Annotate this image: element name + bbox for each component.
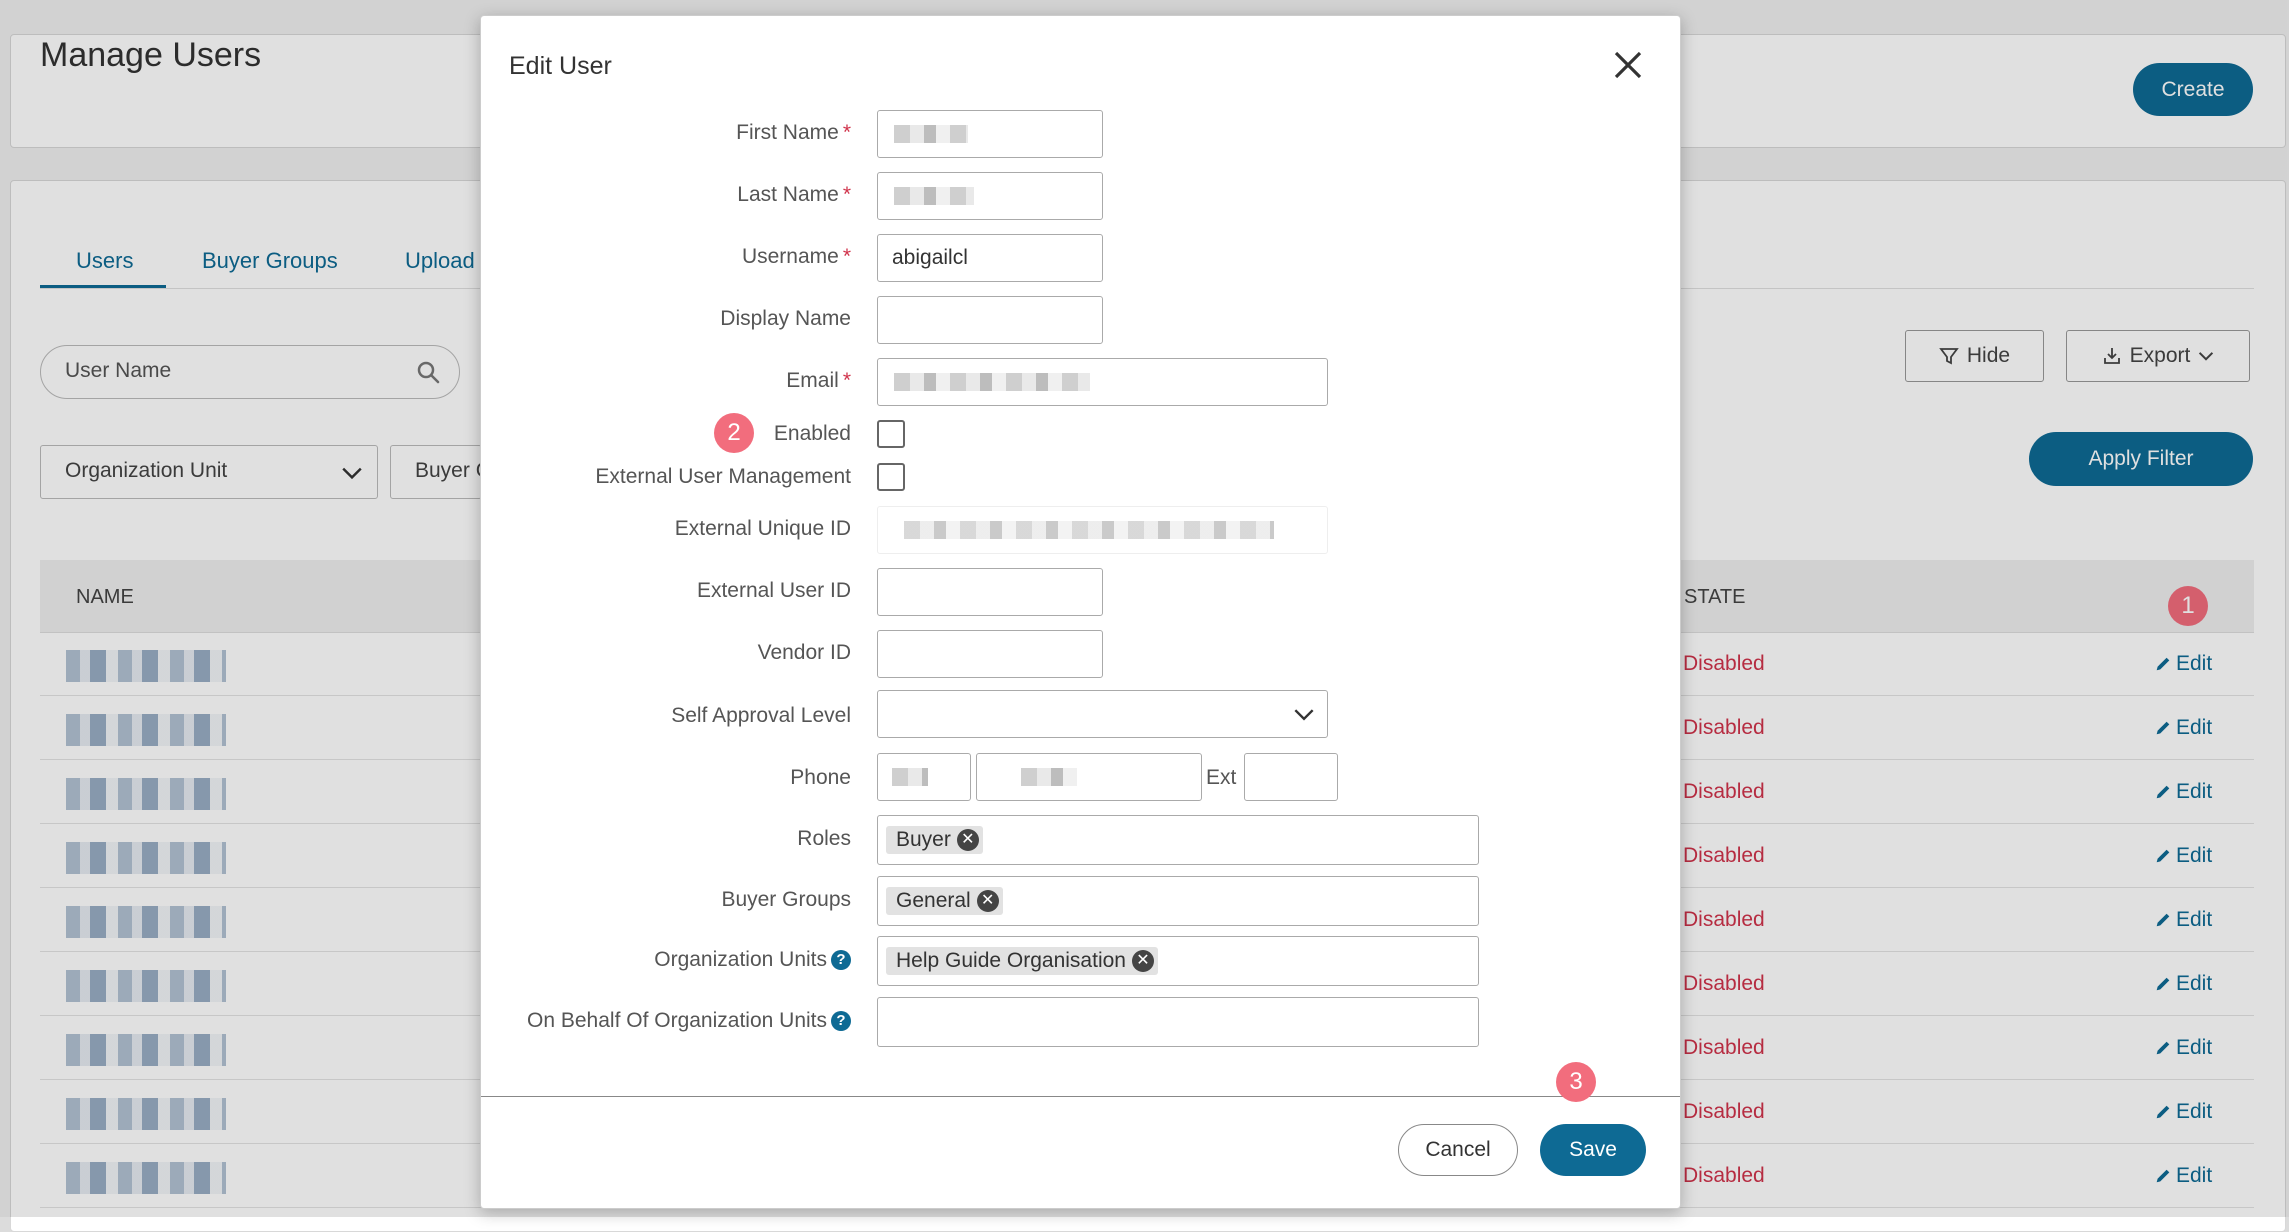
role-chip: Buyer ✕ — [886, 826, 983, 854]
buyer-group-chip: General ✕ — [886, 887, 1003, 915]
external-unique-id-field — [877, 506, 1328, 554]
roles-label: Roles — [797, 827, 851, 850]
chevron-down-icon — [1294, 709, 1314, 721]
organization-unit-chip: Help Guide Organisation ✕ — [886, 947, 1158, 975]
step-marker-3: 3 — [1556, 1062, 1596, 1102]
external-user-management-checkbox[interactable] — [877, 463, 905, 491]
username-label: Username * — [741, 245, 851, 268]
external-user-id-label: External User ID — [696, 579, 851, 602]
self-approval-level-select[interactable] — [877, 690, 1328, 738]
vendor-id-field[interactable] — [877, 630, 1103, 678]
last-name-label: Last Name * — [737, 183, 851, 206]
vendor-id-label: Vendor ID — [757, 641, 851, 664]
external-user-management-label: External User Management — [595, 465, 851, 488]
display-name-field[interactable] — [877, 296, 1103, 344]
roles-field[interactable]: Buyer ✕ — [877, 815, 1479, 865]
last-name-field[interactable] — [877, 172, 1103, 220]
enabled-checkbox[interactable] — [877, 420, 905, 448]
close-icon[interactable] — [1609, 46, 1647, 84]
organization-units-field[interactable]: Help Guide Organisation ✕ — [877, 936, 1479, 986]
organization-unit-chip-label: Help Guide Organisation — [896, 949, 1126, 972]
save-button[interactable]: Save — [1540, 1124, 1646, 1176]
email-label: Email * — [786, 369, 851, 392]
role-chip-label: Buyer — [896, 828, 951, 851]
remove-chip-icon[interactable]: ✕ — [976, 890, 999, 912]
edit-user-dialog: Edit User First Name * Last Name * Usernam… — [480, 15, 1681, 1209]
external-user-id-field[interactable] — [877, 568, 1103, 616]
phone-country-code-field[interactable] — [877, 753, 971, 801]
step-marker-2: 2 — [714, 413, 754, 453]
dialog-title: Edit User — [509, 52, 612, 80]
email-field[interactable] — [877, 358, 1328, 406]
remove-chip-icon[interactable]: ✕ — [956, 829, 979, 851]
on-behalf-org-units-label: On Behalf Of Organization Units? — [527, 1009, 851, 1033]
ext-label: Ext — [1206, 766, 1237, 789]
enabled-label: Enabled — [773, 422, 851, 445]
phone-number-field[interactable] — [976, 753, 1202, 801]
organization-units-label: Organization Units? — [654, 948, 851, 972]
help-icon[interactable]: ? — [831, 950, 851, 970]
dialog-footer-divider — [481, 1096, 1680, 1097]
on-behalf-org-units-field[interactable] — [877, 997, 1479, 1047]
username-field[interactable]: abigailcl — [877, 234, 1103, 282]
buyer-group-chip-label: General — [896, 889, 971, 912]
buyer-groups-field[interactable]: General ✕ — [877, 876, 1479, 926]
first-name-label: First Name * — [736, 121, 851, 144]
phone-ext-field[interactable] — [1244, 753, 1338, 801]
self-approval-level-label: Self Approval Level — [671, 704, 851, 727]
phone-label: Phone — [790, 766, 851, 789]
remove-chip-icon[interactable]: ✕ — [1131, 950, 1154, 972]
buyer-groups-label: Buyer Groups — [721, 888, 851, 911]
help-icon[interactable]: ? — [831, 1011, 851, 1031]
display-name-label: Display Name — [720, 307, 851, 330]
cancel-button[interactable]: Cancel — [1398, 1124, 1518, 1176]
external-unique-id-label: External Unique ID — [674, 517, 851, 540]
first-name-field[interactable] — [877, 110, 1103, 158]
